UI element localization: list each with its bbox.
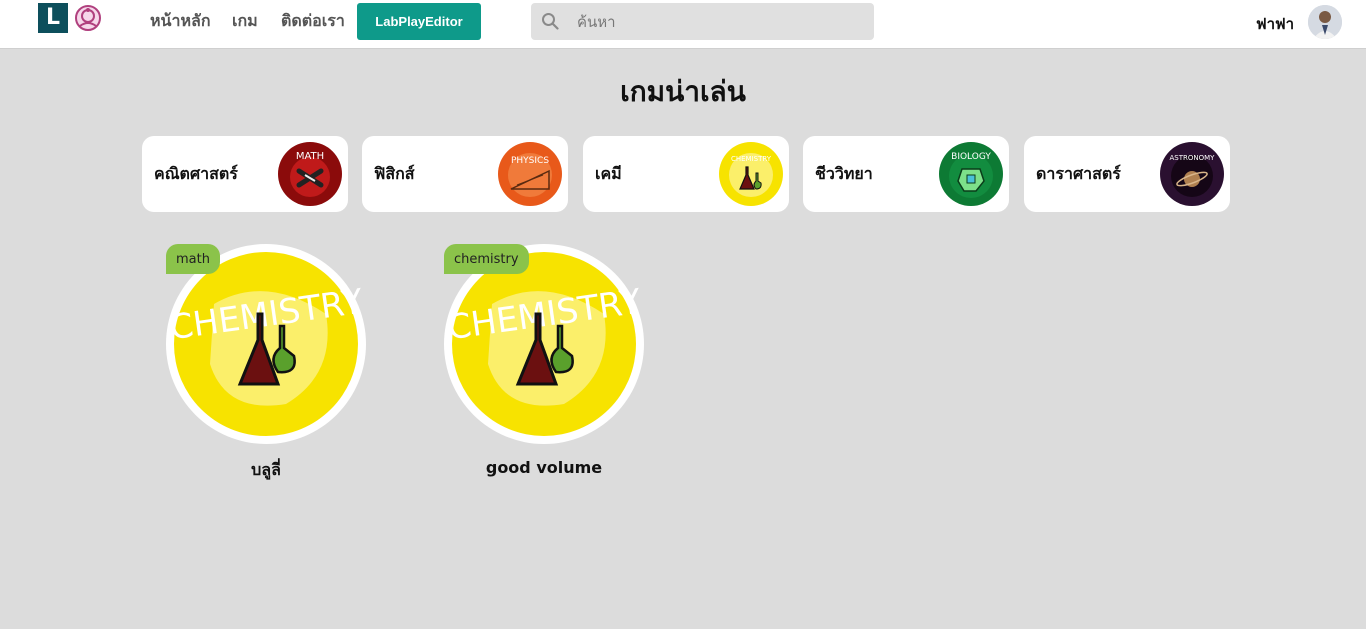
site-logo[interactable]: L — [38, 3, 68, 33]
category-label: ดาราศาสตร์ — [1036, 164, 1121, 183]
category-badge: MATH — [296, 151, 324, 162]
game-title[interactable]: บลูลี่ — [166, 458, 366, 483]
user-name[interactable]: ฟาฟา — [1256, 12, 1294, 36]
category-biology[interactable]: ชีววิทยา BIOLOGY — [803, 136, 1009, 212]
labplay-editor-button[interactable]: LabPlayEditor — [357, 3, 481, 40]
game-tag: math — [166, 244, 220, 274]
category-astronomy[interactable]: ดาราศาสตร์ ASTRONOMY — [1024, 136, 1230, 212]
category-math[interactable]: คณิตศาสตร์ MATH — [142, 136, 348, 212]
university-seal-icon[interactable] — [74, 4, 102, 32]
nav-home-link[interactable]: หน้าหลัก — [150, 9, 211, 34]
category-badge: ASTRONOMY — [1170, 154, 1216, 162]
category-label: ชีววิทยา — [815, 164, 873, 183]
user-avatar-icon — [1308, 5, 1342, 39]
category-label: คณิตศาสตร์ — [154, 164, 238, 183]
search-box[interactable] — [531, 3, 874, 40]
category-physics[interactable]: ฟิสิกส์ PHYSICS — [362, 136, 568, 212]
physics-icon: PHYSICS — [498, 142, 562, 206]
category-label: เคมี — [595, 164, 622, 183]
search-input[interactable] — [577, 3, 867, 40]
category-badge: BIOLOGY — [951, 152, 991, 162]
page-title: เกมน่าเล่น — [620, 75, 746, 108]
chemistry-icon: CHEMISTRY — [719, 142, 783, 206]
game-tag: chemistry — [444, 244, 529, 274]
search-icon — [542, 13, 559, 30]
top-navbar: L หน้าหลัก เกม ติดต่อเรา LabPlayEditor ฟ… — [0, 0, 1366, 49]
category-chemistry[interactable]: เคมี CHEMISTRY — [583, 136, 789, 212]
game-title[interactable]: good volume — [444, 458, 644, 477]
category-badge: CHEMISTRY — [731, 155, 772, 163]
biology-icon: BIOLOGY — [939, 142, 1003, 206]
category-label: ฟิสิกส์ — [374, 164, 415, 183]
category-badge: PHYSICS — [511, 156, 549, 166]
astronomy-icon: ASTRONOMY — [1160, 142, 1224, 206]
nav-games-link[interactable]: เกม — [232, 9, 258, 34]
avatar[interactable] — [1308, 5, 1342, 39]
math-icon: MATH — [278, 142, 342, 206]
nav-contact-link[interactable]: ติดต่อเรา — [281, 9, 345, 34]
